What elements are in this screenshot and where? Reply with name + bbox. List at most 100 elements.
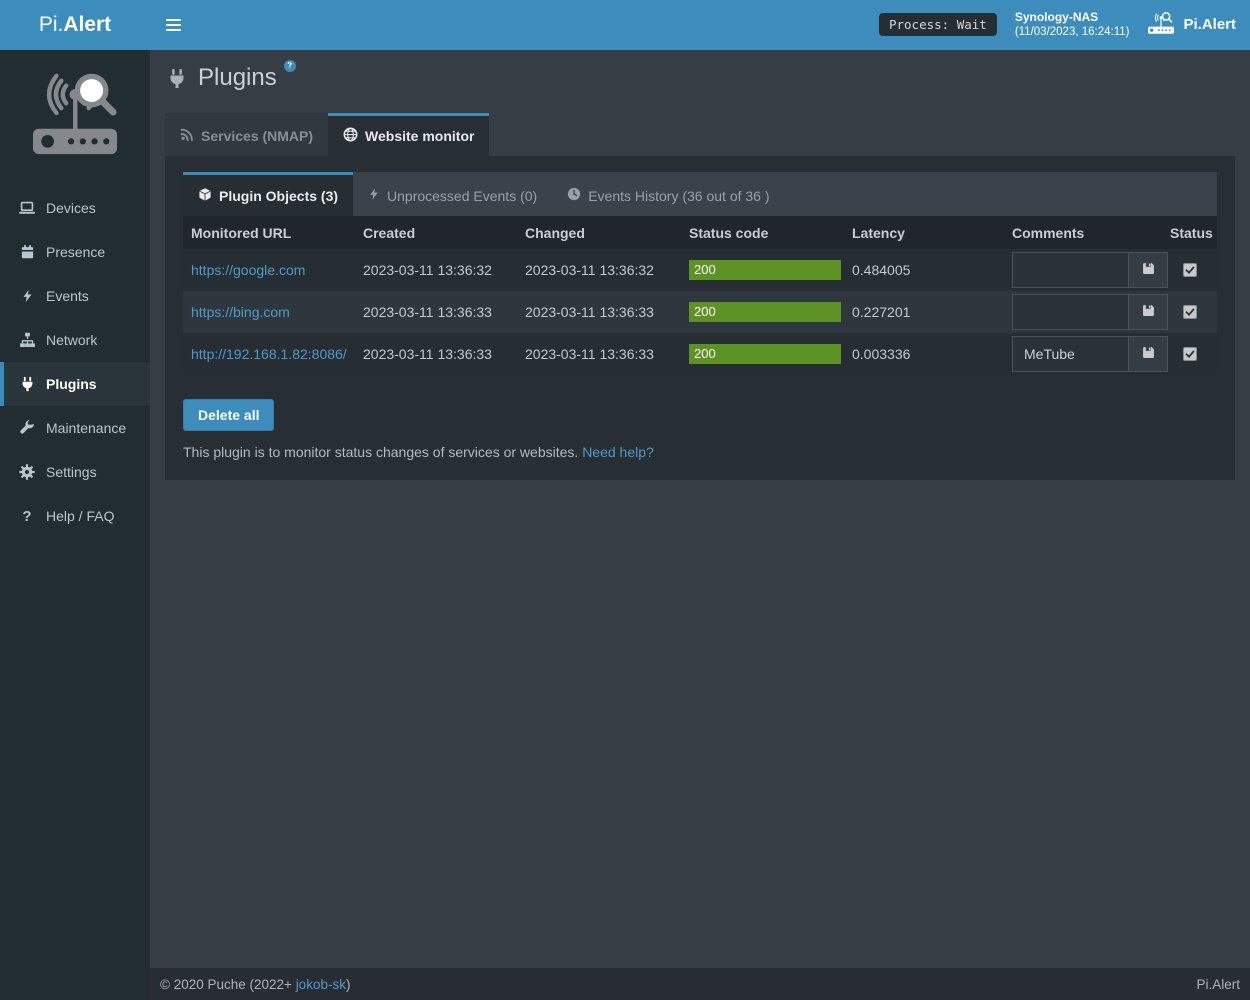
comment-input[interactable] <box>1013 337 1128 371</box>
tab-label: Unprocessed Events (0) <box>387 188 537 204</box>
comment-input[interactable] <box>1013 253 1128 287</box>
sidebar-item-label: Events <box>46 288 89 304</box>
bolt-icon <box>17 288 37 304</box>
sidebar-item-label: Plugins <box>46 376 97 392</box>
sidebar-item-events[interactable]: Events <box>0 274 150 318</box>
changed-cell: 2023-03-11 13:36:33 <box>517 291 681 333</box>
sidebar-item-label: Maintenance <box>46 420 126 436</box>
monitored-urls-table: Monitored URL Created Changed Status cod… <box>183 216 1217 375</box>
column-header-comments: Comments <box>1004 216 1162 249</box>
plugin-subtabs: Plugin Objects (3) Unprocessed Events (0… <box>183 172 1217 216</box>
column-header-latency: Latency <box>844 216 1004 249</box>
page-title-text: Plugins <box>198 64 277 92</box>
sidebar-toggle-button[interactable] <box>150 0 196 50</box>
comment-input-group <box>1012 294 1168 330</box>
footer-copyright: © 2020 Puche (2022+ jokob-sk) <box>160 977 350 992</box>
tab-label: Services (NMAP) <box>201 128 313 144</box>
save-icon <box>1141 261 1156 279</box>
globe-icon <box>343 127 358 145</box>
sidebar-item-label: Help / FAQ <box>46 508 114 524</box>
changed-cell: 2023-03-11 13:36:33 <box>517 333 681 375</box>
delete-all-button[interactable]: Delete all <box>183 399 274 431</box>
navbar-brand-label: Pi.Alert <box>1183 16 1236 33</box>
latency-cell: 0.227201 <box>844 291 1004 333</box>
pialert-logo-graphic <box>31 66 119 164</box>
status-code-badge: 200 <box>689 260 841 280</box>
tab-label: Events History (36 out of 36 ) <box>588 188 769 204</box>
status-code-badge: 200 <box>689 302 841 322</box>
sidebar-item-label: Presence <box>46 244 105 260</box>
process-status-badge: Process: Wait <box>879 13 997 36</box>
sidebar: Devices Presence Events Network Plugins <box>0 50 150 1000</box>
column-header-created: Created <box>355 216 517 249</box>
column-header-status: Status <box>1162 216 1217 249</box>
plugin-tabs: Services (NMAP) Website monitor <box>165 113 1235 156</box>
table-row: http://192.168.1.82:8086/ 2023-03-11 13:… <box>183 333 1217 375</box>
host-name: Synology-NAS <box>1015 9 1130 25</box>
page-title: Plugins ? <box>167 64 1235 96</box>
need-help-link[interactable]: Need help? <box>582 444 654 460</box>
top-navbar: Process: Wait Synology-NAS (11/03/2023, … <box>150 0 1250 50</box>
rss-icon <box>180 127 194 145</box>
footer-copyright-suffix: ) <box>346 977 351 992</box>
cube-icon <box>198 187 212 205</box>
page-footer: © 2020 Puche (2022+ jokob-sk) Pi.Alert <box>150 968 1250 1000</box>
router-scan-icon <box>1147 11 1175 39</box>
status-checkbox[interactable] <box>1183 263 1197 277</box>
status-code-badge: 200 <box>689 344 841 364</box>
clock-icon <box>567 187 581 204</box>
sitemap-icon <box>17 332 37 348</box>
question-icon: ? <box>17 508 37 525</box>
tab-label: Plugin Objects (3) <box>219 188 338 204</box>
content-area: Plugins ? Services (NMAP) Website monito… <box>150 50 1250 968</box>
calendar-icon <box>17 244 37 260</box>
save-comment-button[interactable] <box>1128 253 1167 287</box>
save-icon <box>1141 345 1156 363</box>
created-cell: 2023-03-11 13:36:33 <box>355 333 517 375</box>
footer-copyright-prefix: © 2020 Puche (2022+ <box>160 977 292 992</box>
sidebar-item-help-faq[interactable]: ? Help / FAQ <box>0 494 150 538</box>
bolt-icon <box>368 187 380 204</box>
monitored-url-link[interactable]: https://google.com <box>191 262 305 278</box>
status-checkbox[interactable] <box>1183 347 1197 361</box>
save-comment-button[interactable] <box>1128 337 1167 371</box>
created-cell: 2023-03-11 13:36:33 <box>355 291 517 333</box>
comment-input[interactable] <box>1013 295 1128 329</box>
tab-website-monitor[interactable]: Website monitor <box>328 113 489 156</box>
monitored-url-link[interactable]: http://192.168.1.82:8086/ <box>191 346 347 362</box>
tab-unprocessed-events[interactable]: Unprocessed Events (0) <box>353 172 552 216</box>
save-comment-button[interactable] <box>1128 295 1167 329</box>
sidebar-item-label: Devices <box>46 200 96 216</box>
sidebar-item-label: Settings <box>46 464 97 480</box>
tab-label: Website monitor <box>365 128 474 144</box>
help-badge[interactable]: ? <box>284 60 296 72</box>
sidebar-item-presence[interactable]: Presence <box>0 230 150 274</box>
host-info: Synology-NAS (11/03/2023, 16:24:11) <box>1015 9 1130 41</box>
save-icon <box>1141 303 1156 321</box>
plugin-description: This plugin is to monitor status changes… <box>183 444 1217 460</box>
gear-icon <box>17 464 37 480</box>
app-logo[interactable]: Pi.Alert <box>0 0 150 50</box>
footer-author-link[interactable]: jokob-sk <box>296 977 346 992</box>
sidebar-item-network[interactable]: Network <box>0 318 150 362</box>
plug-icon <box>17 376 37 392</box>
comment-input-group <box>1012 336 1168 372</box>
created-cell: 2023-03-11 13:36:32 <box>355 249 517 291</box>
sidebar-item-maintenance[interactable]: Maintenance <box>0 406 150 450</box>
tab-services-nmap[interactable]: Services (NMAP) <box>165 113 328 156</box>
tab-events-history[interactable]: Events History (36 out of 36 ) <box>552 172 784 216</box>
sidebar-item-devices[interactable]: Devices <box>0 186 150 230</box>
navbar-brand[interactable]: Pi.Alert <box>1147 11 1236 39</box>
sidebar-item-settings[interactable]: Settings <box>0 450 150 494</box>
status-checkbox[interactable] <box>1183 305 1197 319</box>
tab-plugin-objects[interactable]: Plugin Objects (3) <box>183 172 353 216</box>
monitored-url-link[interactable]: https://bing.com <box>191 304 290 320</box>
wrench-icon <box>17 420 37 436</box>
latency-cell: 0.003336 <box>844 333 1004 375</box>
website-monitor-panel: Plugin Objects (3) Unprocessed Events (0… <box>165 156 1235 480</box>
column-header-status-code: Status code <box>681 216 844 249</box>
app-logo-prefix: Pi. <box>39 13 64 37</box>
sidebar-item-plugins[interactable]: Plugins <box>0 362 150 406</box>
plugin-description-text: This plugin is to monitor status changes… <box>183 444 578 460</box>
table-row: https://google.com 2023-03-11 13:36:32 2… <box>183 249 1217 291</box>
